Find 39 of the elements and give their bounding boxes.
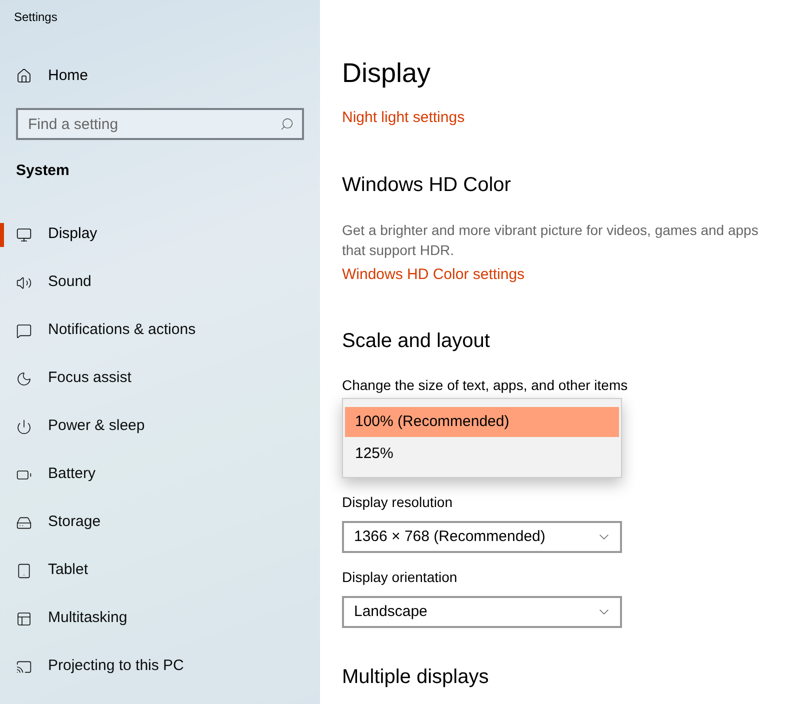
nav-item[interactable]: Projecting to this PC bbox=[16, 655, 184, 678]
home-icon bbox=[16, 68, 32, 84]
projector-icon bbox=[16, 658, 32, 674]
nav-item[interactable]: Multitasking bbox=[16, 607, 128, 630]
orientation-dropdown[interactable]: Landscape bbox=[342, 596, 622, 628]
home-nav-item[interactable]: Home bbox=[16, 64, 88, 88]
moon-icon bbox=[16, 370, 32, 386]
description: Get a brighter and more vibrant picture for videos, games and apps that support HDR. bbox=[342, 220, 760, 260]
nav-item[interactable]: Display bbox=[16, 223, 98, 246]
search-field[interactable]: Find a setting bbox=[16, 108, 304, 140]
field-label: Change the size of text, apps, and other items bbox=[342, 376, 628, 395]
section-heading: System bbox=[16, 161, 70, 181]
nav-item[interactable]: Notifications & actions bbox=[16, 319, 196, 342]
drive-icon bbox=[16, 514, 32, 530]
window-title: Settings bbox=[14, 10, 58, 24]
nav-item[interactable]: Focus assist bbox=[16, 367, 132, 390]
dropdown-option[interactable]: 100% (Recommended) bbox=[345, 407, 619, 437]
speaker-icon bbox=[16, 274, 32, 290]
search-icon bbox=[280, 117, 294, 131]
night-light-link[interactable]: Night light settings bbox=[342, 107, 465, 130]
resolution-dropdown[interactable]: 1366 × 768 (Recommended) bbox=[342, 521, 622, 553]
section-heading: Multiple displays bbox=[342, 665, 489, 690]
section-heading: Scale and layout bbox=[342, 329, 490, 354]
monitor-icon bbox=[16, 226, 32, 242]
hd-color-link[interactable]: Windows HD Color settings bbox=[342, 264, 525, 286]
dropdown-option[interactable]: 125% bbox=[345, 439, 619, 469]
nav-item[interactable]: Sound bbox=[16, 271, 92, 294]
windows-icon bbox=[16, 610, 32, 626]
nav-item[interactable]: Battery bbox=[16, 463, 96, 486]
nav-item[interactable]: Power & sleep bbox=[16, 415, 145, 438]
power-icon bbox=[16, 418, 32, 434]
section-heading: Windows HD Color bbox=[342, 172, 511, 198]
tablet-icon bbox=[16, 562, 32, 578]
field-label: Display orientation bbox=[342, 568, 458, 587]
speech-bubble-icon bbox=[16, 322, 32, 338]
nav-item[interactable]: Tablet bbox=[16, 559, 88, 582]
nav-item[interactable]: Storage bbox=[16, 511, 101, 534]
page-title: Display bbox=[342, 57, 431, 90]
field-label: Display resolution bbox=[342, 493, 452, 512]
